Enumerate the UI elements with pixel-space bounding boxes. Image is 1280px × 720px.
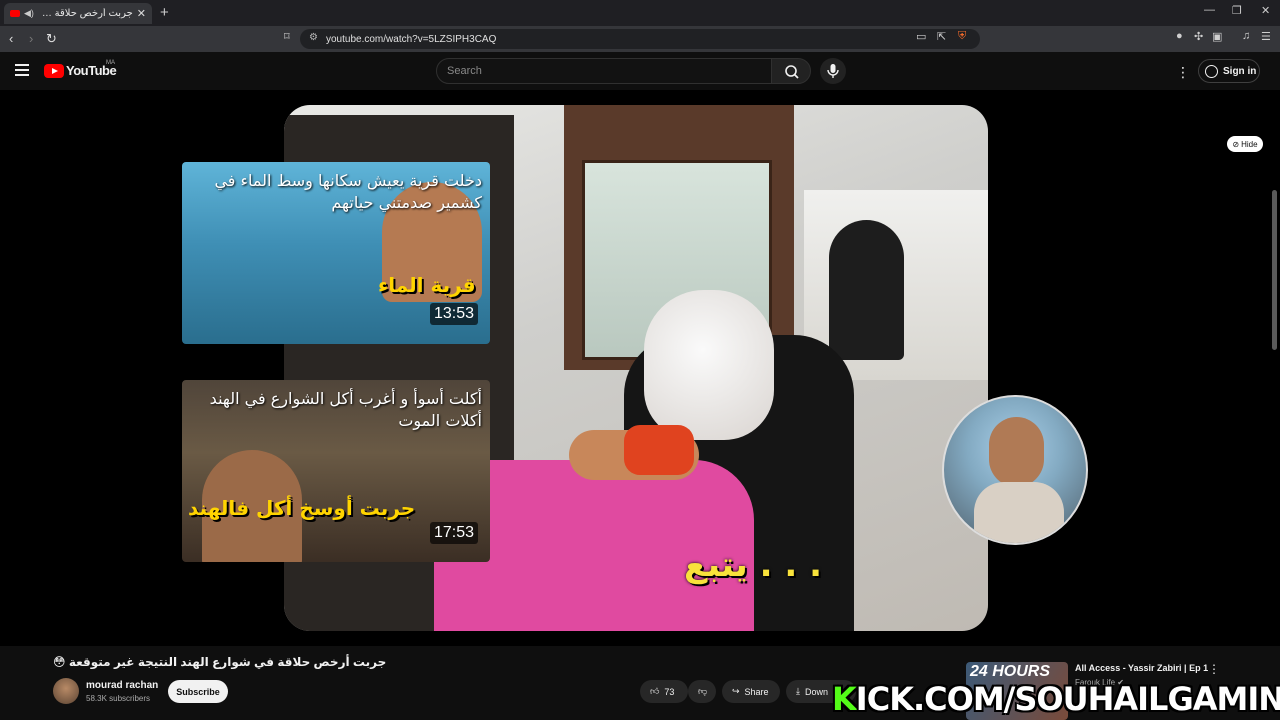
kick-watermark-k: K: [832, 680, 857, 718]
thumbs-down-icon: 👎︎: [698, 686, 708, 696]
end-card-big-text: جربت أوسخ أكل فالهند: [188, 496, 416, 520]
vpn-icon[interactable]: ●: [1176, 30, 1183, 42]
search-button[interactable]: [771, 58, 811, 84]
search-icon: [785, 65, 799, 79]
kick-watermark-text: ICK.COM/SOUHAILGAMING: [855, 680, 1280, 718]
end-card-video-2[interactable]: أكلت أسوأ و أغرب أكل الشوارع في الهند أك…: [182, 380, 490, 562]
share-button[interactable]: ↪ Share: [722, 680, 780, 703]
account-icon: [1205, 64, 1218, 78]
bookmark-icon[interactable]: ⌑: [284, 30, 290, 43]
wallet-icon[interactable]: ▣: [1212, 30, 1222, 43]
download-icon: ⤓: [796, 686, 800, 696]
subscribe-button[interactable]: Subscribe: [168, 680, 228, 703]
video-title: جربت أرخص حلاقة في شوارع الهند النتيجة غ…: [53, 655, 387, 669]
reload-icon[interactable]: ↻: [46, 31, 57, 47]
microphone-icon: [827, 64, 839, 78]
reflected-person: [829, 220, 904, 360]
close-window-icon[interactable]: ✕: [1261, 4, 1270, 17]
settings-more-icon[interactable]: ⋮: [1176, 64, 1190, 81]
forward-icon[interactable]: ›: [29, 31, 33, 46]
download-label: Down: [804, 686, 828, 697]
sign-in-button[interactable]: Sign in: [1198, 59, 1260, 83]
minimize-icon[interactable]: —: [1204, 4, 1215, 16]
cast-icon[interactable]: ▭: [916, 30, 926, 43]
end-card-duration: 13:53: [429, 303, 478, 325]
youtube-logo[interactable]: YouTube MA: [44, 60, 117, 78]
tab-title: جربت أرخص حلاقة في شوارع: [38, 8, 133, 19]
media-icon[interactable]: ♫: [1242, 30, 1250, 42]
channel-person-shirt: [974, 482, 1064, 543]
share-icon: ↪: [732, 686, 740, 696]
end-card-big-text: قرية الماء: [378, 273, 476, 297]
address-bar[interactable]: ⚙ youtube.com/watch?v=5LZSIPH3CAQ: [300, 29, 980, 49]
shaving-foam-face: [644, 290, 774, 440]
search-input[interactable]: Search: [436, 58, 772, 84]
browser-toolbar: ‹ › ↻ ⌑ ⚙ youtube.com/watch?v=5LZSIPH3CA…: [0, 26, 1280, 52]
subtitle-overlay: يتبع . . .: [684, 545, 823, 585]
eye-off-icon: ⊘: [1232, 139, 1240, 149]
end-card-duration: 17:53: [429, 522, 478, 544]
audio-playing-icon[interactable]: ◀): [24, 8, 34, 19]
like-button[interactable]: 👍︎ 73: [640, 680, 688, 703]
recommended-more-icon[interactable]: ⋮: [1208, 662, 1220, 676]
url-text: youtube.com/watch?v=5LZSIPH3CAQ: [326, 33, 497, 45]
subscriber-count: 58.3K subscribers: [86, 694, 151, 703]
channel-avatar[interactable]: [53, 678, 79, 704]
guide-menu-icon[interactable]: [15, 64, 29, 76]
recommended-thumb-text: 24 HOURS: [970, 663, 1051, 680]
end-card-title: أكلت أسوأ و أغرب أكل الشوارع في الهند أك…: [209, 389, 482, 430]
channel-name[interactable]: mourad rachan: [86, 680, 158, 691]
page-scrollbar[interactable]: [1272, 190, 1277, 350]
share-label: Share: [744, 686, 769, 697]
end-card-channel-avatar[interactable]: [942, 395, 1088, 545]
recommended-video-title[interactable]: All Access - Yassir Zabiri | Ep 1: [1075, 663, 1208, 673]
youtube-favicon-icon: [10, 10, 20, 17]
browser-tab-bar: ◀) جربت أرخص حلاقة في شوارع ✕ + — ❐ ✕: [0, 0, 1280, 26]
kick-watermark: KICK.COM/SOUHAILGAMING: [832, 680, 1280, 718]
like-count: 73: [664, 686, 675, 697]
brave-shield-icon[interactable]: ⛨: [958, 30, 966, 43]
video-player[interactable]: يتبع . . . دخلت قرية يعيش سكانها وسط الم…: [0, 90, 1280, 646]
channel-person: [989, 417, 1044, 487]
youtube-header: YouTube MA Search ⋮ Sign in: [0, 52, 1280, 90]
red-bottle: [624, 425, 694, 475]
dislike-button[interactable]: 👎︎: [688, 680, 716, 703]
back-icon[interactable]: ‹: [9, 31, 13, 46]
thumbs-up-icon: 👍︎: [650, 686, 660, 696]
youtube-play-icon: [44, 63, 64, 78]
new-tab-button[interactable]: +: [160, 4, 169, 21]
country-code: MA: [106, 60, 115, 66]
extensions-icon[interactable]: ✣: [1194, 30, 1203, 43]
sign-in-label: Sign in: [1223, 65, 1257, 77]
site-info-icon[interactable]: ⚙: [309, 32, 318, 43]
end-card-video-1[interactable]: دخلت قرية يعيش سكانها وسط الماء في كشمير…: [182, 162, 490, 344]
hide-label: Hide: [1241, 139, 1258, 149]
hide-end-cards-button[interactable]: ⊘ Hide: [1227, 136, 1263, 152]
voice-search-button[interactable]: [820, 58, 846, 84]
share-page-icon[interactable]: ⇱: [937, 30, 946, 43]
browser-menu-icon[interactable]: ☰: [1261, 30, 1271, 43]
browser-tab[interactable]: ◀) جربت أرخص حلاقة في شوارع ✕: [4, 3, 152, 24]
close-tab-icon[interactable]: ✕: [137, 7, 146, 20]
maximize-icon[interactable]: ❐: [1232, 4, 1242, 17]
end-card-title: دخلت قرية يعيش سكانها وسط الماء في كشمير…: [214, 171, 482, 212]
